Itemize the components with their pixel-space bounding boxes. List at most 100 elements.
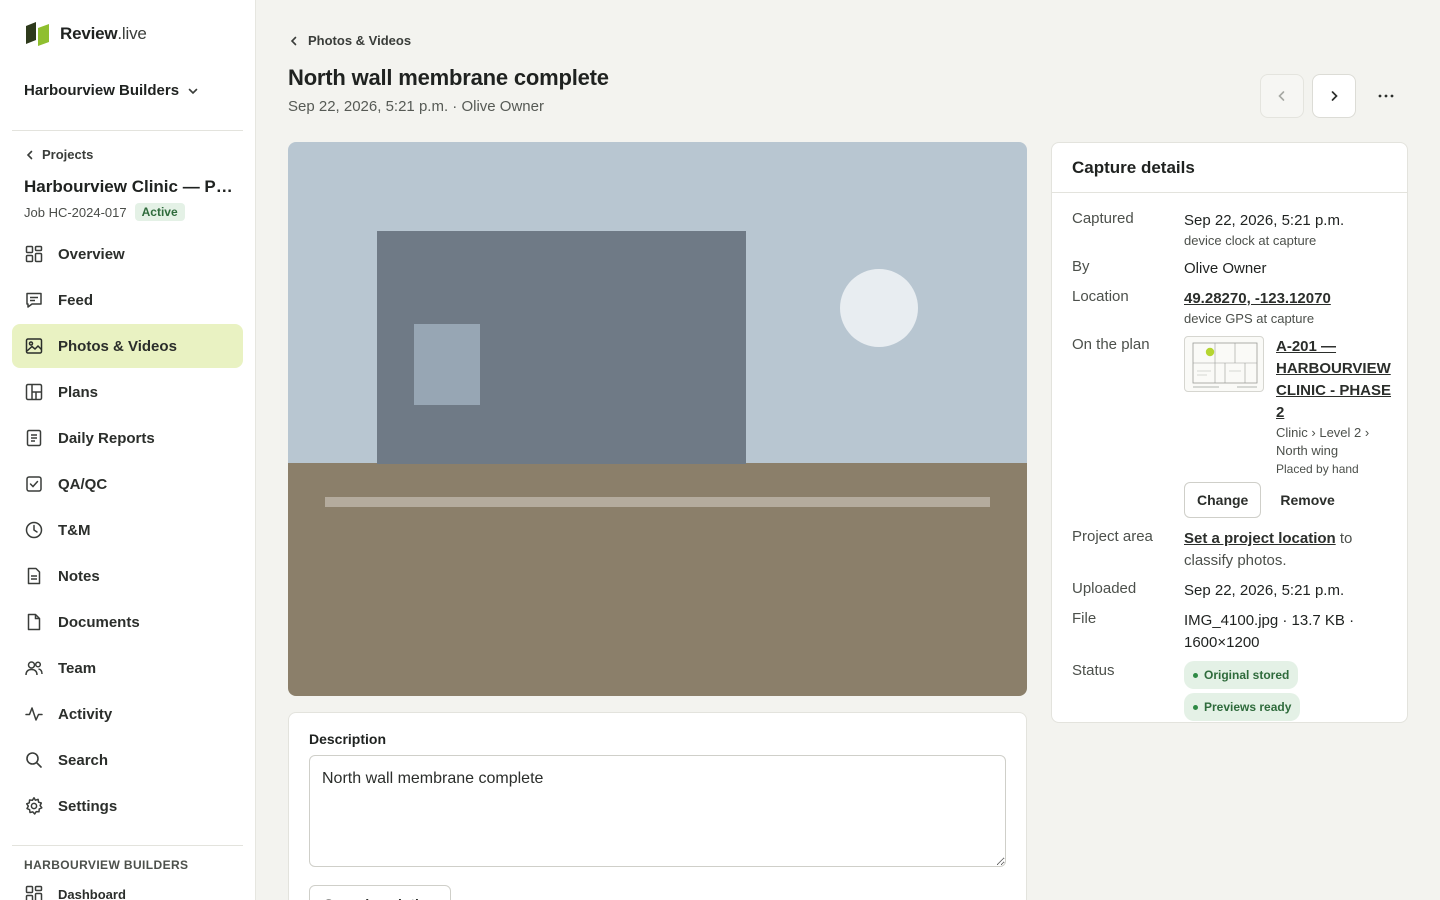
report-icon xyxy=(26,429,42,447)
next-photo-button[interactable] xyxy=(1312,74,1356,118)
gear-icon xyxy=(25,797,43,815)
captured-note: device clock at capture xyxy=(1184,233,1317,248)
sidebar-item-notes[interactable]: Notes xyxy=(12,554,243,598)
org-name: Harbourview Builders xyxy=(24,82,180,99)
project-nav: Overview Feed Photos & Videos Plans Dail… xyxy=(12,232,243,830)
sidebar-item-label: Photos & Videos xyxy=(58,337,177,355)
activity-icon xyxy=(25,707,43,721)
sidebar-item-label: Plans xyxy=(58,383,99,401)
sidebar-item-settings[interactable]: Settings xyxy=(12,784,243,828)
sidebar-item-label: Feed xyxy=(58,291,94,309)
by-value: Olive Owner xyxy=(1184,260,1267,277)
location-note: device GPS at capture xyxy=(1184,311,1315,326)
feed-icon xyxy=(26,292,42,308)
status-badge-label: Original stored xyxy=(1204,668,1290,682)
page-title: North wall membrane complete xyxy=(288,65,609,90)
sidebar-item-dashboard[interactable]: Dashboard xyxy=(24,884,126,900)
by-label: By xyxy=(1072,258,1090,275)
captured-value: Sep 22, 2026, 5:21 p.m. device clock at … xyxy=(1184,210,1391,250)
chevron-down-icon xyxy=(188,88,198,94)
uploaded-value: Sep 22, 2026, 5:21 p.m. xyxy=(1184,582,1345,599)
sidebar-item-t-and-m[interactable]: T&M xyxy=(12,508,243,552)
sidebar-item-daily-reports[interactable]: Daily Reports xyxy=(12,416,243,460)
sidebar-item-photos-videos[interactable]: Photos & Videos xyxy=(12,324,243,368)
sidebar-item-activity[interactable]: Activity xyxy=(12,692,243,736)
org-section-label: HARBOURVIEW BUILDERS xyxy=(24,858,189,872)
divider xyxy=(12,845,243,846)
brand-name: Review xyxy=(60,24,118,43)
brand-logo[interactable]: Review.live xyxy=(24,20,147,48)
sidebar-item-label: T&M xyxy=(58,521,91,539)
status-badge-original: Original stored xyxy=(1184,661,1299,689)
dashboard-icon xyxy=(25,885,43,900)
chevron-left-icon xyxy=(26,150,33,159)
sidebar-item-label: Settings xyxy=(58,797,118,815)
capture-details-panel: Capture details Captured Sep 22, 2026, 5… xyxy=(1051,142,1408,723)
status-badge-label: Previews ready xyxy=(1204,700,1292,714)
set-project-location-link[interactable]: Set a project location xyxy=(1184,530,1336,547)
sidebar-item-label: Activity xyxy=(58,705,113,723)
back-label: Projects xyxy=(42,147,94,162)
search-icon xyxy=(26,752,42,768)
photo-viewer[interactable] xyxy=(288,142,1027,696)
uploaded-label: Uploaded xyxy=(1072,580,1137,597)
notes-icon xyxy=(27,567,41,585)
location-label: Location xyxy=(1072,288,1129,305)
captured-date: Sep 22, 2026, 5:21 p.m. xyxy=(1184,212,1345,229)
org-switcher[interactable]: Harbourview Builders xyxy=(24,82,199,99)
plan-thumbnail-image xyxy=(1192,342,1258,388)
project-name: Harbourview Clinic — Phase 2 xyxy=(24,177,234,196)
plan-actions: Change Remove xyxy=(1184,482,1348,518)
breadcrumb[interactable]: Photos & Videos xyxy=(288,33,411,48)
sidebar-item-feed[interactable]: Feed xyxy=(12,278,243,322)
sidebar-item-label: Search xyxy=(58,751,109,769)
photo-image xyxy=(288,142,1027,696)
change-plan-button[interactable]: Change xyxy=(1184,482,1262,518)
description-input[interactable]: North wall membrane complete xyxy=(309,755,1006,867)
chevron-left-icon xyxy=(290,36,297,45)
plan-link[interactable]: A-201 — HARBOURVIEW CLINIC - PHASE 2 xyxy=(1276,336,1400,424)
description-card: Description North wall membrane complete… xyxy=(288,712,1027,900)
page-subtitle: Sep 22, 2026, 5:21 p.m. · Olive Owner xyxy=(288,98,544,115)
sidebar-item-label: Notes xyxy=(58,567,100,585)
sidebar-item-plans[interactable]: Plans xyxy=(12,370,243,414)
more-horizontal-icon xyxy=(1378,94,1394,98)
status-label: Status xyxy=(1072,662,1115,679)
sidebar-item-search[interactable]: Search xyxy=(12,738,243,782)
status-dot-icon xyxy=(1193,672,1198,678)
brand-suffix: .live xyxy=(117,24,147,43)
more-options-button[interactable] xyxy=(1366,74,1406,118)
capture-details-heading: Capture details xyxy=(1052,143,1407,193)
sidebar-item-label: QA/QC xyxy=(58,475,108,493)
breadcrumb-label: Photos & Videos xyxy=(308,33,412,48)
save-description-button[interactable]: Save description xyxy=(309,885,452,900)
plan-note: Placed by hand xyxy=(1276,462,1359,476)
previous-photo-button[interactable] xyxy=(1260,74,1304,118)
status-badge-previews: Previews ready xyxy=(1184,693,1301,721)
status-value: Original stored Previews ready xyxy=(1184,661,1391,721)
sidebar-item-team[interactable]: Team xyxy=(12,646,243,690)
sidebar-item-documents[interactable]: Documents xyxy=(12,600,243,644)
description-label: Description xyxy=(309,731,387,747)
sidebar-item-label: Daily Reports xyxy=(58,429,155,447)
back-to-projects-link[interactable]: Projects xyxy=(24,147,93,162)
status-pill-wrap: Previews ready xyxy=(1184,693,1391,721)
clock-icon xyxy=(25,521,43,539)
sidebar-item-qa-qc[interactable]: QA/QC xyxy=(12,462,243,506)
status-dot-icon xyxy=(1193,704,1198,710)
document-icon xyxy=(27,613,41,631)
file-label: File xyxy=(1072,610,1097,627)
sidebar-item-label: Dashboard xyxy=(58,886,126,900)
plan-label: On the plan xyxy=(1072,336,1150,353)
plans-icon xyxy=(25,383,43,401)
plan-thumbnail[interactable] xyxy=(1184,336,1264,392)
team-icon xyxy=(25,661,43,676)
sidebar-item-label: Documents xyxy=(58,613,140,631)
sidebar-item-overview[interactable]: Overview xyxy=(12,232,243,276)
project-area-label: Project area xyxy=(1072,528,1153,545)
divider xyxy=(12,130,243,131)
location-link[interactable]: 49.28270, -123.12070 xyxy=(1184,288,1391,310)
photo-icon xyxy=(25,338,43,354)
plan-info: A-201 — HARBOURVIEW CLINIC - PHASE 2 Cli… xyxy=(1276,336,1400,478)
remove-plan-button[interactable]: Remove xyxy=(1267,482,1348,518)
